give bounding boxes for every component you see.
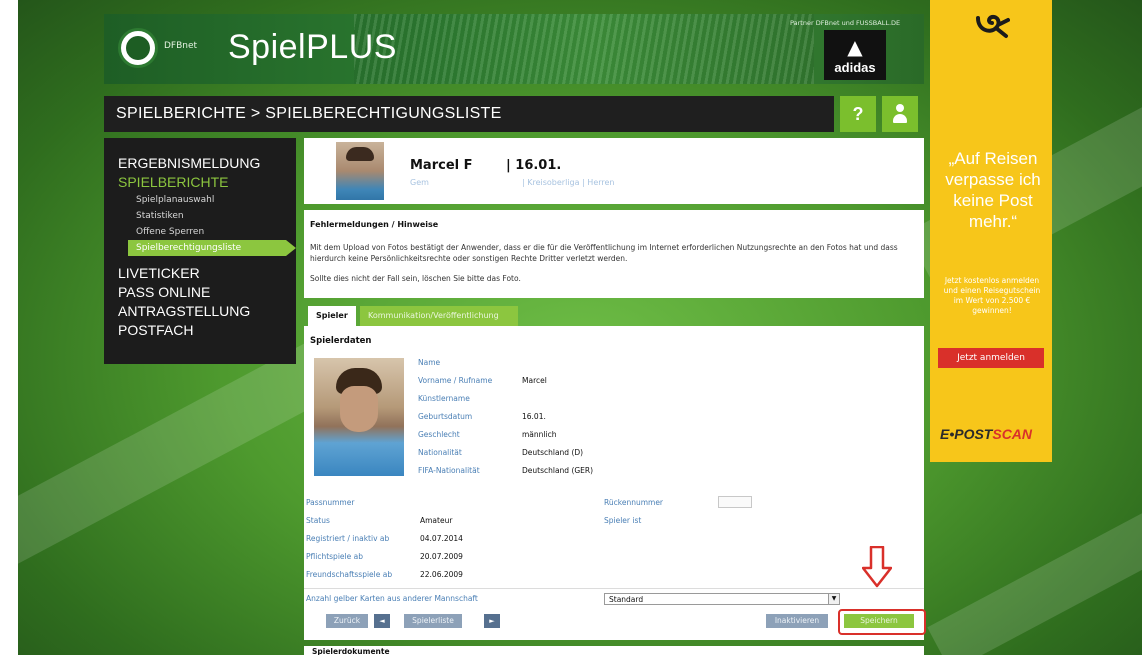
label-geburtsdatum: Geburtsdatum (418, 412, 473, 421)
label-rueckennummer: Rückennummer (604, 498, 664, 507)
player-club: Gem (410, 178, 429, 187)
rueckennummer-input[interactable] (718, 496, 752, 508)
deactivate-button[interactable]: Inaktivieren (766, 614, 828, 628)
arrow-right-icon: ► (489, 617, 495, 625)
label-name: Name (418, 358, 441, 367)
value-pflichtspiele: 20.07.2009 (420, 552, 463, 561)
chevron-down-icon[interactable]: ▼ (828, 594, 839, 604)
player-name: Marcel F (410, 158, 473, 173)
next-player-button[interactable]: ► (484, 614, 500, 628)
value-nationalitaet: Deutschland (D) (522, 448, 584, 457)
tab-kommunikation[interactable]: Kommunikation/Veröffentlichung (360, 306, 518, 326)
value-freundschaftsspiele: 22.06.2009 (420, 570, 463, 579)
label-passnummer: Passnummer (306, 498, 355, 507)
player-thumbnail (336, 142, 384, 200)
label-registriert: Registriert / inaktiv ab (306, 534, 390, 543)
adidas-logo[interactable]: ▲ adidas (824, 30, 886, 80)
nav-offene-sperren[interactable]: Offene Sperren (118, 224, 296, 240)
notice-text: Mit dem Upload von Fotos bestätigt der A… (310, 243, 898, 263)
tab-spieler[interactable]: Spieler (308, 306, 356, 326)
epostscan-logo: E•POSTSCAN (940, 426, 1033, 442)
notice-panel: Fehlermeldungen / Hinweise Mit dem Uploa… (304, 210, 924, 298)
player-league: | Kreisoberliga | Herren (522, 178, 615, 187)
value-status: Amateur (420, 516, 453, 525)
arrow-left-icon: ◄ (379, 617, 385, 625)
section-title: Spielerdaten (310, 336, 372, 346)
nav-antragstellung[interactable]: ANTRAGSTELLUNG (118, 302, 296, 321)
label-kuenstlername: Künstlername (418, 394, 470, 403)
value-vorname: Marcel (522, 376, 547, 385)
nav-ergebnismeldung[interactable]: ERGEBNISMELDUNG (118, 154, 296, 173)
value-fifa: Deutschland (GER) (522, 466, 594, 475)
label-geschlecht: Geschlecht (418, 430, 460, 439)
partner-text: Partner DFBnet und FUSSBALL.DE (790, 19, 901, 27)
label-vorname: Vorname / Rufname (418, 376, 493, 385)
ad-signup-button[interactable]: Jetzt anmelden (938, 348, 1044, 368)
player-photo[interactable] (314, 358, 404, 476)
page-title: SPIELBERICHTE > SPIELBERECHTIGUNGSLISTE (104, 96, 834, 132)
player-list-button[interactable]: Spielerliste (404, 614, 462, 628)
label-pflichtspiele: Pflichtspiele ab (306, 552, 363, 561)
value-geburtsdatum: 16.01. (522, 412, 546, 421)
player-birthdate: | 16.01. (506, 158, 562, 173)
label-status: Status (306, 516, 330, 525)
user-menu-button[interactable] (882, 96, 918, 132)
nav-spielplanauswahl[interactable]: Spielplanauswahl (118, 192, 296, 208)
nav-statistiken[interactable]: Statistiken (118, 208, 296, 224)
label-gelbe-karten: Anzahl gelber Karten aus anderer Mannsch… (306, 594, 478, 603)
value-registriert: 04.07.2014 (420, 534, 463, 543)
divider (304, 588, 924, 589)
nav-liveticker[interactable]: LIVETICKER (118, 264, 296, 283)
player-summary: Marcel F | 16.01. Gem | Kreisoberliga | … (304, 138, 924, 204)
label-fifa: FIFA-Nationalität (418, 466, 480, 475)
notice-text-secondary: Sollte dies nicht der Fall sein, löschen… (310, 274, 521, 283)
player-details: Spielerdaten Name Vorname / Rufname Marc… (304, 326, 924, 640)
label-nationalitaet: Nationalität (418, 448, 462, 457)
nav-spielberichte[interactable]: SPIELBERICHTE (118, 173, 296, 192)
gelbe-karten-select[interactable]: Standard ▼ (604, 593, 840, 605)
ad-headline: „Auf Reisen verpasse ich keine Post mehr… (945, 149, 1041, 231)
help-button[interactable]: ? (840, 96, 876, 132)
user-icon (892, 104, 908, 124)
label-spieler-ist: Spieler ist (604, 516, 642, 525)
save-highlight-box (838, 609, 926, 635)
notice-title: Fehlermeldungen / Hinweise (310, 220, 439, 229)
dfbnet-label: DFBnet (164, 41, 198, 51)
prev-player-button[interactable]: ◄ (374, 614, 390, 628)
documents-section: Spielerdokumente (304, 646, 924, 655)
nav-spielberechtigungsliste[interactable]: Spielberechtigungsliste (128, 240, 296, 256)
documents-title: Spielerdokumente (312, 647, 390, 655)
nav-pass-online[interactable]: PASS ONLINE (118, 283, 296, 302)
question-icon: ? (852, 103, 864, 124)
value-geschlecht: männlich (522, 430, 557, 439)
adidas-mountain-icon: ▲ (847, 35, 863, 59)
label-freundschaftsspiele: Freundschaftsspiele ab (306, 570, 393, 579)
nav-postfach[interactable]: POSTFACH (118, 321, 296, 340)
site-header: DFBnet SpielPLUS Partner DFBnet und FUSS… (104, 14, 924, 84)
advertisement-banner[interactable]: „Auf Reisen verpasse ich keine Post mehr… (930, 0, 1052, 462)
spielplus-logo[interactable]: SpielPLUS (228, 28, 397, 67)
back-button[interactable]: Zurück (326, 614, 368, 628)
gelbe-karten-value: Standard (609, 595, 644, 604)
ad-description: Jetzt kostenlos anmelden und einen Reise… (943, 276, 1041, 315)
dfb-logo-icon[interactable] (118, 28, 158, 68)
annotation-arrow-icon (862, 546, 892, 588)
posthorn-icon (976, 14, 1010, 38)
sidebar-nav: ERGEBNISMELDUNG SPIELBERICHTE Spielplana… (104, 138, 296, 364)
